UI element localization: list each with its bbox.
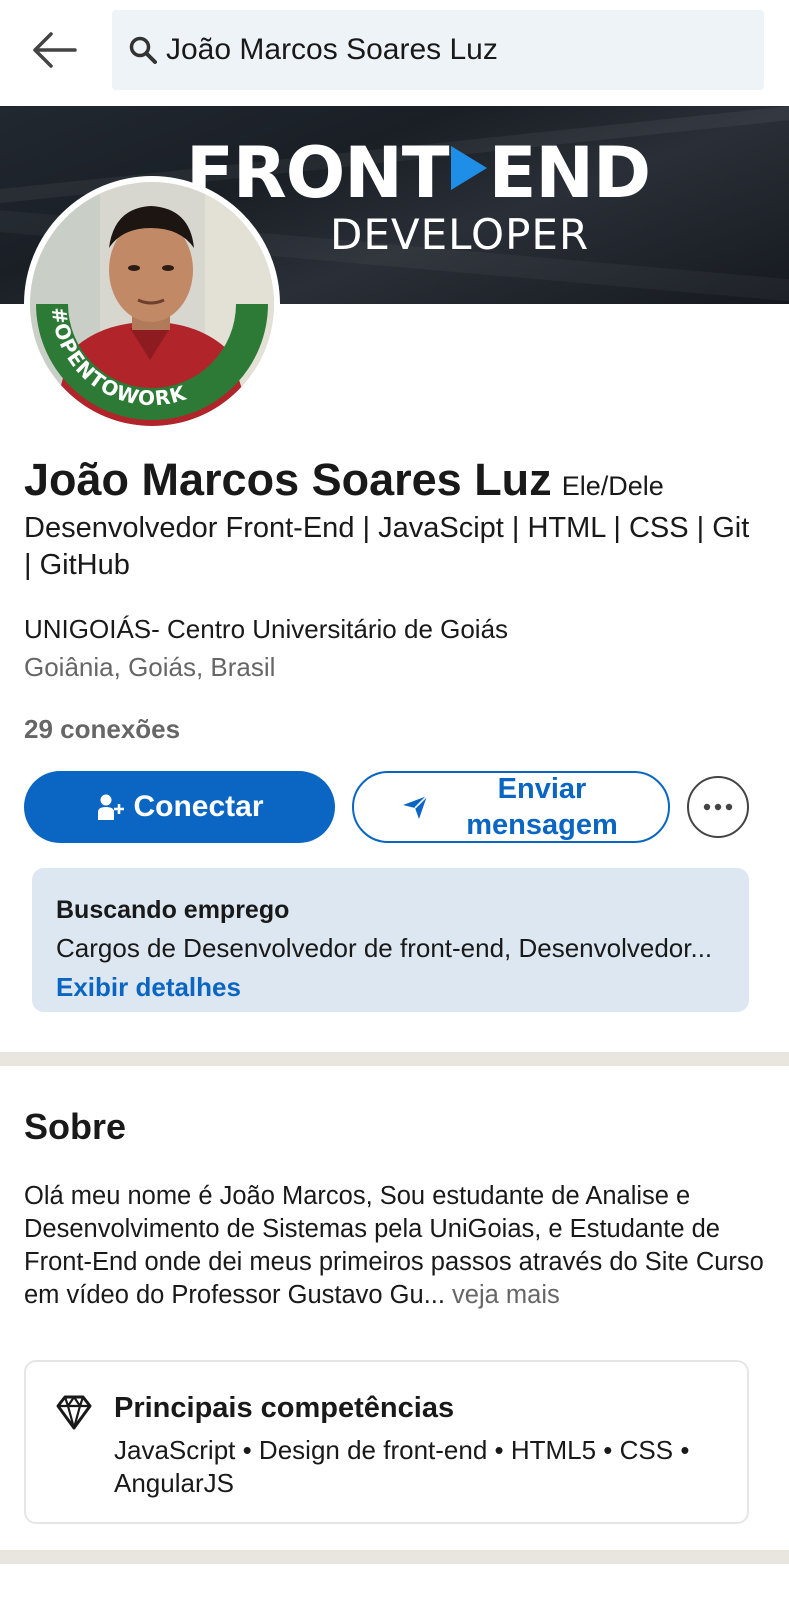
connect-button[interactable]: Conectar [24,771,335,843]
send-message-label: Enviar mensagem [466,773,618,841]
avatar[interactable]: #OPENTOWORK [24,176,280,432]
search-icon [129,36,157,64]
section-divider [0,1052,789,1066]
send-icon [403,795,428,819]
banner-title-right: END [488,132,652,214]
about-body: Olá meu nome é João Marcos, Sou estudant… [24,1182,764,1309]
pronouns: Ele/Dele [561,471,664,501]
education[interactable]: UNIGOIÁS- Centro Universitário de Goiás [24,614,508,645]
search-query: João Marcos Soares Luz [166,33,498,66]
ellipsis-icon [703,803,733,811]
search-input[interactable]: João Marcos Soares Luz [112,10,764,90]
show-details-link[interactable]: Exibir detalhes [56,972,241,1003]
connect-label: Conectar [133,790,264,823]
section-divider-bottom [0,1550,789,1564]
play-icon [450,146,487,190]
diamond-icon [56,1395,92,1430]
about-heading: Sobre [24,1106,127,1147]
arrow-left-icon [33,32,77,68]
back-button[interactable] [28,28,80,72]
about-text: Olá meu nome é João Marcos, Sou estudant… [24,1180,764,1312]
profile-name: João Marcos Soares Luz [24,454,552,505]
banner-title: FRONT END [186,132,652,214]
profile-headline: Desenvolvedor Front-End | JavaScipt | HT… [24,512,750,581]
open-to-work-description: Cargos de Desenvolvedor de front-end, De… [56,933,713,963]
top-skills-card[interactable]: Principais competências JavaScript • Des… [24,1360,749,1524]
see-more-link[interactable]: veja mais [445,1281,560,1309]
banner-subtitle: DEVELOPER [330,210,590,259]
more-button[interactable] [687,776,749,838]
profile-photo-illustration: #OPENTOWORK [30,182,274,426]
send-message-button[interactable]: Enviar mensagem [352,771,670,843]
add-person-icon [98,794,125,820]
open-to-work-card[interactable]: Buscando emprego Cargos de Desenvolvedor… [32,868,749,1012]
top-skills-list: JavaScript • Design de front-end • HTML5… [114,1435,690,1498]
top-skills-title: Principais competências [114,1392,455,1424]
location: Goiânia, Goiás, Brasil [24,652,276,682]
top-bar: João Marcos Soares Luz [0,0,789,106]
connections-count[interactable]: 29 conexões [24,714,180,745]
name-line: João Marcos Soares Luz Ele/Dele [24,454,664,506]
profile-photo: #OPENTOWORK [30,182,274,426]
open-to-work-title: Buscando emprego [56,896,290,924]
